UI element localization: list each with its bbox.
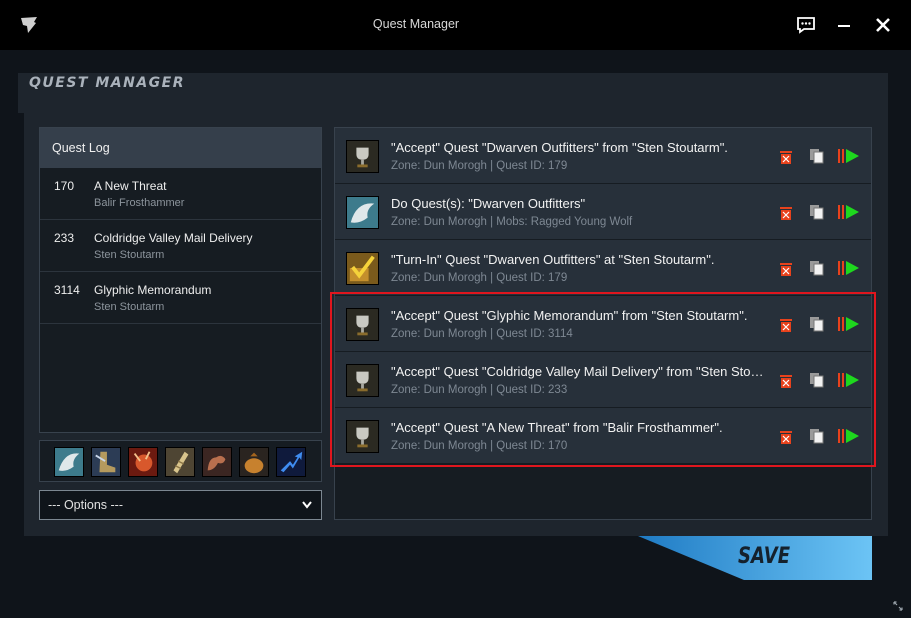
- fire-fist-icon[interactable]: [128, 447, 158, 477]
- play-icon[interactable]: [838, 372, 860, 388]
- flex-arm-icon[interactable]: [202, 447, 232, 477]
- play-icon[interactable]: [838, 204, 860, 220]
- loot-bag-icon[interactable]: [239, 447, 269, 477]
- quest-step[interactable]: "Accept" Quest "A New Threat" from "Bali…: [335, 408, 871, 464]
- play-icon[interactable]: [838, 428, 860, 444]
- step-meta: Zone: Dun Morogh | Mobs: Ragged Young Wo…: [391, 216, 633, 228]
- skill-icon-bar: [39, 440, 322, 482]
- play-icon[interactable]: [838, 148, 860, 164]
- options-selected: --- Options ---: [48, 498, 123, 512]
- close-icon[interactable]: [872, 14, 894, 36]
- trophy-icon: [346, 308, 379, 341]
- copy-icon[interactable]: [809, 316, 824, 332]
- checkmark-icon: [346, 252, 379, 285]
- quest-log-item[interactable]: 3114 Glyphic Memorandum Sten Stoutarm: [40, 272, 321, 324]
- scroll-icon[interactable]: [165, 447, 195, 477]
- quest-step[interactable]: Do Quest(s): "Dwarven Outfitters" Zone: …: [335, 184, 871, 240]
- quest-giver: Sten Stoutarm: [94, 301, 165, 313]
- quest-log-item[interactable]: 170 A New Threat Balir Frosthammer: [40, 168, 321, 220]
- chevron-down-icon: [302, 501, 312, 509]
- delete-icon[interactable]: [779, 205, 793, 220]
- step-meta: Zone: Dun Morogh | Quest ID: 179: [391, 160, 568, 172]
- trophy-icon: [346, 140, 379, 173]
- quest-log: Quest Log 170 A New Threat Balir Frostha…: [39, 127, 322, 433]
- step-title: "Accept" Quest "Glyphic Memorandum" from…: [391, 308, 748, 323]
- trophy-icon: [346, 420, 379, 453]
- chat-icon[interactable]: [795, 14, 817, 36]
- quest-id: 233: [54, 231, 75, 245]
- copy-icon[interactable]: [809, 428, 824, 444]
- step-title: "Accept" Quest "Coldridge Valley Mail De…: [391, 364, 767, 379]
- copy-icon[interactable]: [809, 204, 824, 220]
- delete-icon[interactable]: [779, 429, 793, 444]
- copy-icon[interactable]: [809, 260, 824, 276]
- save-label: SAVE: [738, 544, 791, 569]
- step-title: "Accept" Quest "A New Threat" from "Bali…: [391, 420, 723, 435]
- step-title: Do Quest(s): "Dwarven Outfitters": [391, 196, 586, 211]
- quest-step-list: "Accept" Quest "Dwarven Outfitters" from…: [334, 127, 872, 520]
- step-title: "Turn-In" Quest "Dwarven Outfitters" at …: [391, 252, 715, 267]
- minimize-icon[interactable]: [833, 14, 855, 36]
- resize-grip-icon[interactable]: [892, 600, 904, 612]
- quest-title: Coldridge Valley Mail Delivery: [94, 231, 253, 245]
- grab-hand-icon[interactable]: [54, 447, 84, 477]
- step-meta: Zone: Dun Morogh | Quest ID: 233: [391, 384, 568, 396]
- play-icon[interactable]: [838, 260, 860, 276]
- window-title: Quest Manager: [372, 17, 460, 31]
- quest-step[interactable]: "Accept" Quest "Glyphic Memorandum" from…: [335, 296, 871, 352]
- step-meta: Zone: Dun Morogh | Quest ID: 179: [391, 272, 568, 284]
- title-bar: Quest Manager: [0, 0, 911, 50]
- quest-id: 170: [54, 179, 75, 193]
- quest-title: Glyphic Memorandum: [94, 283, 212, 297]
- quest-log-item[interactable]: 233 Coldridge Valley Mail Delivery Sten …: [40, 220, 321, 272]
- copy-icon[interactable]: [809, 372, 824, 388]
- options-dropdown[interactable]: --- Options ---: [39, 490, 322, 520]
- step-meta: Zone: Dun Morogh | Quest ID: 170: [391, 440, 568, 452]
- quest-giver: Sten Stoutarm: [94, 249, 165, 261]
- quest-id: 3114: [54, 283, 80, 297]
- trophy-icon: [346, 364, 379, 397]
- delete-icon[interactable]: [779, 373, 793, 388]
- quest-title: A New Threat: [94, 179, 167, 193]
- quest-log-header: Quest Log: [40, 128, 321, 168]
- quest-step[interactable]: "Accept" Quest "Coldridge Valley Mail De…: [335, 352, 871, 408]
- page-heading: QUEST MANAGER: [29, 75, 185, 91]
- grab-hand-icon: [346, 196, 379, 229]
- delete-icon[interactable]: [779, 317, 793, 332]
- copy-icon[interactable]: [809, 148, 824, 164]
- step-title: "Accept" Quest "Dwarven Outfitters" from…: [391, 140, 728, 155]
- blue-arrow-icon[interactable]: [276, 447, 306, 477]
- play-icon[interactable]: [838, 316, 860, 332]
- delete-icon[interactable]: [779, 261, 793, 276]
- quest-step[interactable]: "Accept" Quest "Dwarven Outfitters" from…: [335, 128, 871, 184]
- step-meta: Zone: Dun Morogh | Quest ID: 3114: [391, 328, 573, 340]
- quest-step[interactable]: "Turn-In" Quest "Dwarven Outfitters" at …: [335, 240, 871, 296]
- boot-icon[interactable]: [91, 447, 121, 477]
- quest-giver: Balir Frosthammer: [94, 197, 185, 209]
- delete-icon[interactable]: [779, 149, 793, 164]
